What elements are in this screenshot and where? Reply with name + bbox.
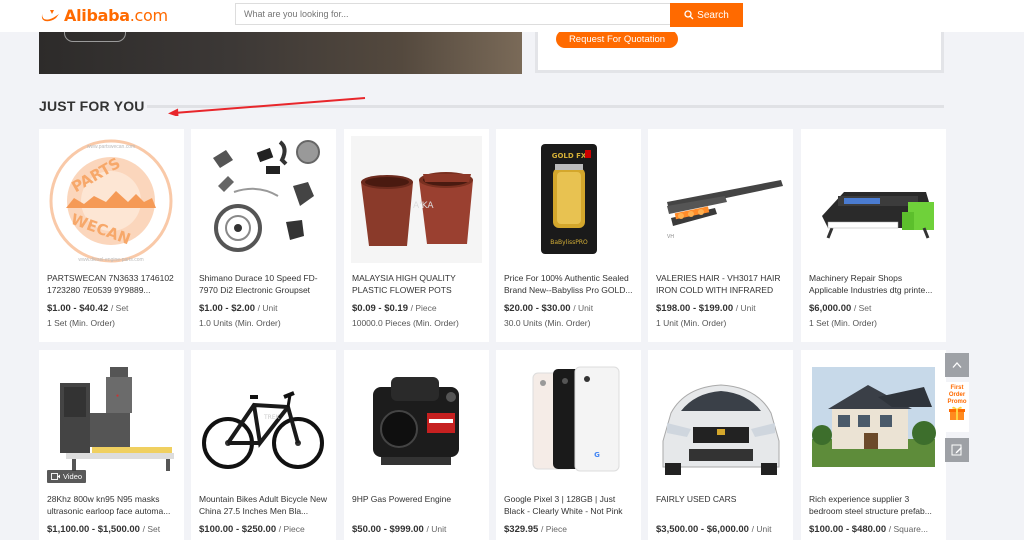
svg-text:●: ●: [116, 393, 119, 399]
product-title[interactable]: MALAYSIA HIGH QUALITY PLASTIC FLOWER POT…: [352, 272, 482, 296]
product-title[interactable]: Price For 100% Authentic Sealed Brand Ne…: [504, 272, 634, 296]
product-card[interactable]: GOLD FX BaBylissPRO Price For 100% Authe…: [496, 129, 641, 342]
product-card[interactable]: Machinery Repair Shops Applicable Indust…: [801, 129, 946, 342]
feedback-button[interactable]: [945, 438, 969, 462]
product-price: $1.00 - $2.00 / Unit: [199, 303, 278, 314]
product-title[interactable]: FAIRLY USED CARS: [656, 493, 786, 517]
product-image[interactable]: [808, 136, 939, 263]
svg-text:GOLD FX: GOLD FX: [552, 152, 587, 160]
svg-text:TREK: TREK: [263, 414, 281, 421]
product-moq: 1 Set (Min. Order): [809, 318, 878, 328]
alibaba-logo[interactable]: Alibaba.com: [40, 5, 168, 25]
product-price: $100.00 - $480.00 / Square...: [809, 524, 928, 535]
search-button-label: Search: [697, 9, 729, 21]
search-icon: [684, 10, 694, 20]
back-to-top-button[interactable]: [945, 353, 969, 377]
product-image[interactable]: [351, 357, 482, 484]
product-price: $1.00 - $40.42 / Set: [47, 303, 129, 314]
product-image[interactable]: [808, 357, 939, 484]
banner-image[interactable]: [39, 32, 522, 74]
product-image[interactable]: ●: [46, 357, 177, 484]
svg-text:BaBylissPRO: BaBylissPRO: [550, 239, 588, 246]
product-moq: 30.0 Units (Min. Order): [504, 318, 591, 328]
svg-text:www.partswecan.com: www.partswecan.com: [87, 144, 135, 150]
product-image[interactable]: A'KA: [351, 136, 482, 263]
chevron-up-icon: [952, 362, 962, 368]
product-image[interactable]: TREK: [198, 357, 329, 484]
product-moq: 1 Unit (Min. Order): [656, 318, 727, 328]
first-order-promo[interactable]: First Order Promo: [945, 382, 969, 432]
video-badge-label: Video: [63, 472, 83, 481]
search-input[interactable]: [235, 3, 670, 25]
section-title: JUST FOR YOU: [39, 98, 145, 114]
product-card[interactable]: Rich experience supplier 3 bedroom steel…: [801, 350, 946, 540]
alibaba-smile-icon: [41, 10, 59, 22]
product-price: $6,000.00 / Set: [809, 303, 872, 314]
product-title[interactable]: 28Khz 800w kn95 N95 masks ultrasonic ear…: [47, 493, 177, 517]
product-moq: 1 Set (Min. Order): [47, 318, 116, 328]
logo-text: Alibaba.com: [64, 5, 168, 25]
product-price: $1,100.00 - $1,500.00 / Set: [47, 524, 161, 535]
product-price: $20.00 - $30.00 / Unit: [504, 303, 594, 314]
gift-icon: [949, 406, 965, 420]
annotation-arrow-icon: [168, 97, 366, 116]
product-price: $50.00 - $999.00 / Unit: [352, 524, 447, 535]
product-image[interactable]: VH: [655, 136, 786, 263]
product-card[interactable]: G Google Pixel 3 | 128GB | Just Black - …: [496, 350, 641, 540]
product-card[interactable]: FAIRLY USED CARS $3,500.00 - $6,000.00 /…: [648, 350, 793, 540]
product-title[interactable]: Shimano Durace 10 Speed FD-7970 Di2 Elec…: [199, 272, 329, 296]
svg-text:VH: VH: [667, 234, 674, 240]
product-card[interactable]: PARTS WECAN www.partswecan.com www.diese…: [39, 129, 184, 342]
product-card[interactable]: 9HP Gas Powered Engine $50.00 - $999.00 …: [344, 350, 489, 540]
product-title[interactable]: 9HP Gas Powered Engine: [352, 493, 482, 517]
edit-feedback-icon: [951, 444, 962, 456]
svg-text:G: G: [594, 451, 600, 459]
product-title[interactable]: Rich experience supplier 3 bedroom steel…: [809, 493, 939, 517]
product-image[interactable]: GOLD FX BaBylissPRO: [503, 136, 634, 263]
product-image[interactable]: [198, 136, 329, 263]
top-header: Alibaba.com Search: [0, 0, 1024, 32]
product-card[interactable]: A'KA MALAYSIA HIGH QUALITY PLASTIC FLOWE…: [344, 129, 489, 342]
promo-label: First Order Promo: [947, 385, 967, 405]
product-price: $198.00 - $199.00 / Unit: [656, 303, 756, 314]
video-badge[interactable]: Video: [47, 470, 87, 483]
product-price: $0.09 - $0.19 / Piece: [352, 303, 437, 314]
product-price: $3,500.00 - $6,000.00 / Unit: [656, 524, 772, 535]
product-title[interactable]: Mountain Bikes Adult Bicycle New China 2…: [199, 493, 329, 517]
request-quotation-button[interactable]: Request For Quotation: [556, 30, 678, 48]
product-card[interactable]: TREK Mountain Bikes Adult Bicycle New Ch…: [191, 350, 336, 540]
video-camera-icon: [51, 473, 60, 480]
product-image[interactable]: [655, 357, 786, 484]
search-button[interactable]: Search: [670, 3, 743, 27]
product-card[interactable]: Shimano Durace 10 Speed FD-7970 Di2 Elec…: [191, 129, 336, 342]
product-image[interactable]: PARTS WECAN www.partswecan.com www.diese…: [46, 136, 177, 263]
product-title[interactable]: Machinery Repair Shops Applicable Indust…: [809, 272, 939, 296]
product-title[interactable]: Google Pixel 3 | 128GB | Just Black - Cl…: [504, 493, 634, 517]
svg-text:www.diesel-engine-parts.com: www.diesel-engine-parts.com: [78, 257, 143, 263]
banner-button-outline[interactable]: [64, 32, 126, 42]
product-image[interactable]: G: [503, 357, 634, 484]
product-title[interactable]: PARTSWECAN 7N3633 1746102 1723280 7E0539…: [47, 272, 177, 296]
product-price: $329.95 / Piece: [504, 524, 567, 535]
product-moq: 10000.0 Pieces (Min. Order): [352, 318, 459, 328]
product-card[interactable]: ● Video 28Khz 800w kn95 N95 masks ultras…: [39, 350, 184, 540]
product-price: $100.00 - $250.00 / Piece: [199, 524, 305, 535]
product-moq: 1.0 Units (Min. Order): [199, 318, 281, 328]
svg-text:A'KA: A'KA: [413, 201, 434, 211]
product-card[interactable]: VH VALERIES HAIR - VH3017 HAIR IRON COLD…: [648, 129, 793, 342]
product-title[interactable]: VALERIES HAIR - VH3017 HAIR IRON COLD WI…: [656, 272, 786, 296]
